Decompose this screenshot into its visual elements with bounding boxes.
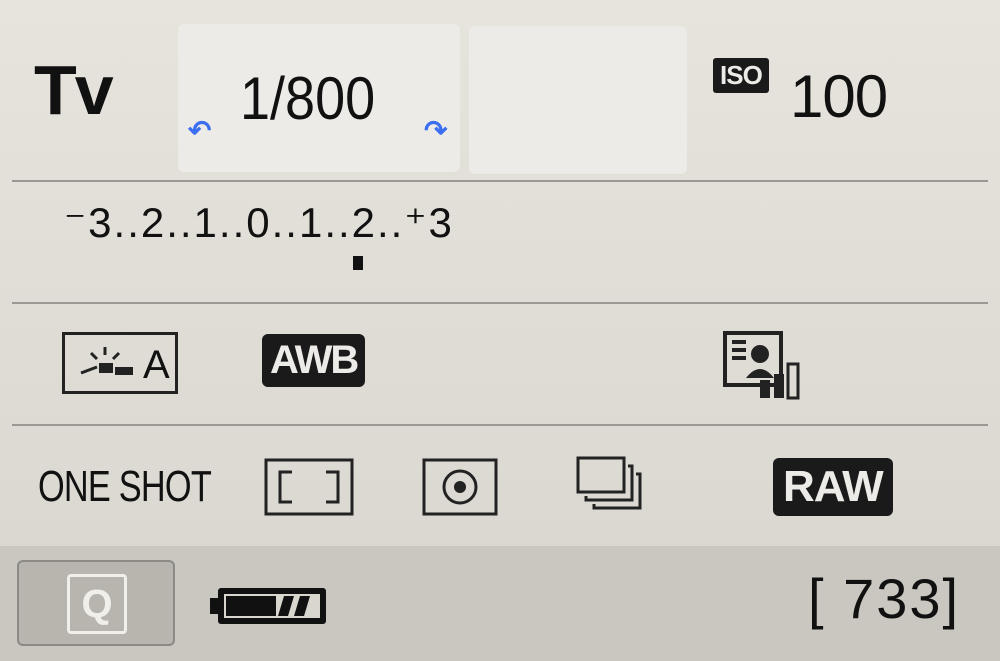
continuous-drive-icon bbox=[576, 456, 642, 510]
auto-lighting-optimizer-button[interactable]: A bbox=[62, 332, 178, 394]
quick-control-button[interactable]: Q bbox=[17, 560, 175, 646]
picture-style-button[interactable] bbox=[722, 330, 808, 400]
shooting-mode: Tv bbox=[34, 51, 114, 129]
shutter-speed-value: 1/800 bbox=[240, 65, 376, 132]
metering-mode-button[interactable] bbox=[422, 458, 498, 516]
auto-lighting-optimizer-icon bbox=[80, 347, 133, 375]
divider-1 bbox=[12, 180, 988, 182]
divider-3 bbox=[12, 424, 988, 426]
battery-icon bbox=[210, 586, 330, 631]
camera-quick-control-screen: Tv ↶ 1/800 ↷ ISO 100 ⁻3..2..1..0..1..2..… bbox=[0, 0, 1000, 661]
shutter-speed-box[interactable]: ↶ 1/800 ↷ bbox=[178, 24, 460, 172]
exposure-level-marker bbox=[353, 256, 363, 270]
iso-value[interactable]: 100 bbox=[790, 62, 888, 131]
dial-left-icon: ↶ bbox=[188, 115, 212, 146]
image-quality-button[interactable]: RAW bbox=[773, 458, 893, 516]
af-area-button[interactable] bbox=[264, 458, 354, 516]
metering-icon bbox=[422, 458, 498, 516]
white-balance-button[interactable]: AWB bbox=[262, 334, 366, 387]
iso-label: ISO bbox=[713, 58, 769, 93]
aperture-box[interactable] bbox=[469, 26, 687, 174]
shots-remaining: [ 733] bbox=[808, 567, 961, 630]
auto-lighting-label: A bbox=[143, 343, 170, 387]
af-area-icon bbox=[264, 458, 354, 516]
q-icon: Q bbox=[67, 574, 127, 634]
drive-mode-button[interactable] bbox=[576, 456, 650, 516]
divider-2 bbox=[12, 302, 988, 304]
af-operation-mode[interactable]: ONE SHOT bbox=[38, 462, 212, 512]
exposure-compensation-scale[interactable]: ⁻3..2..1..0..1..2..⁺3 bbox=[64, 198, 454, 247]
picture-style-icon bbox=[723, 331, 800, 400]
dial-right-icon: ↷ bbox=[424, 115, 448, 146]
